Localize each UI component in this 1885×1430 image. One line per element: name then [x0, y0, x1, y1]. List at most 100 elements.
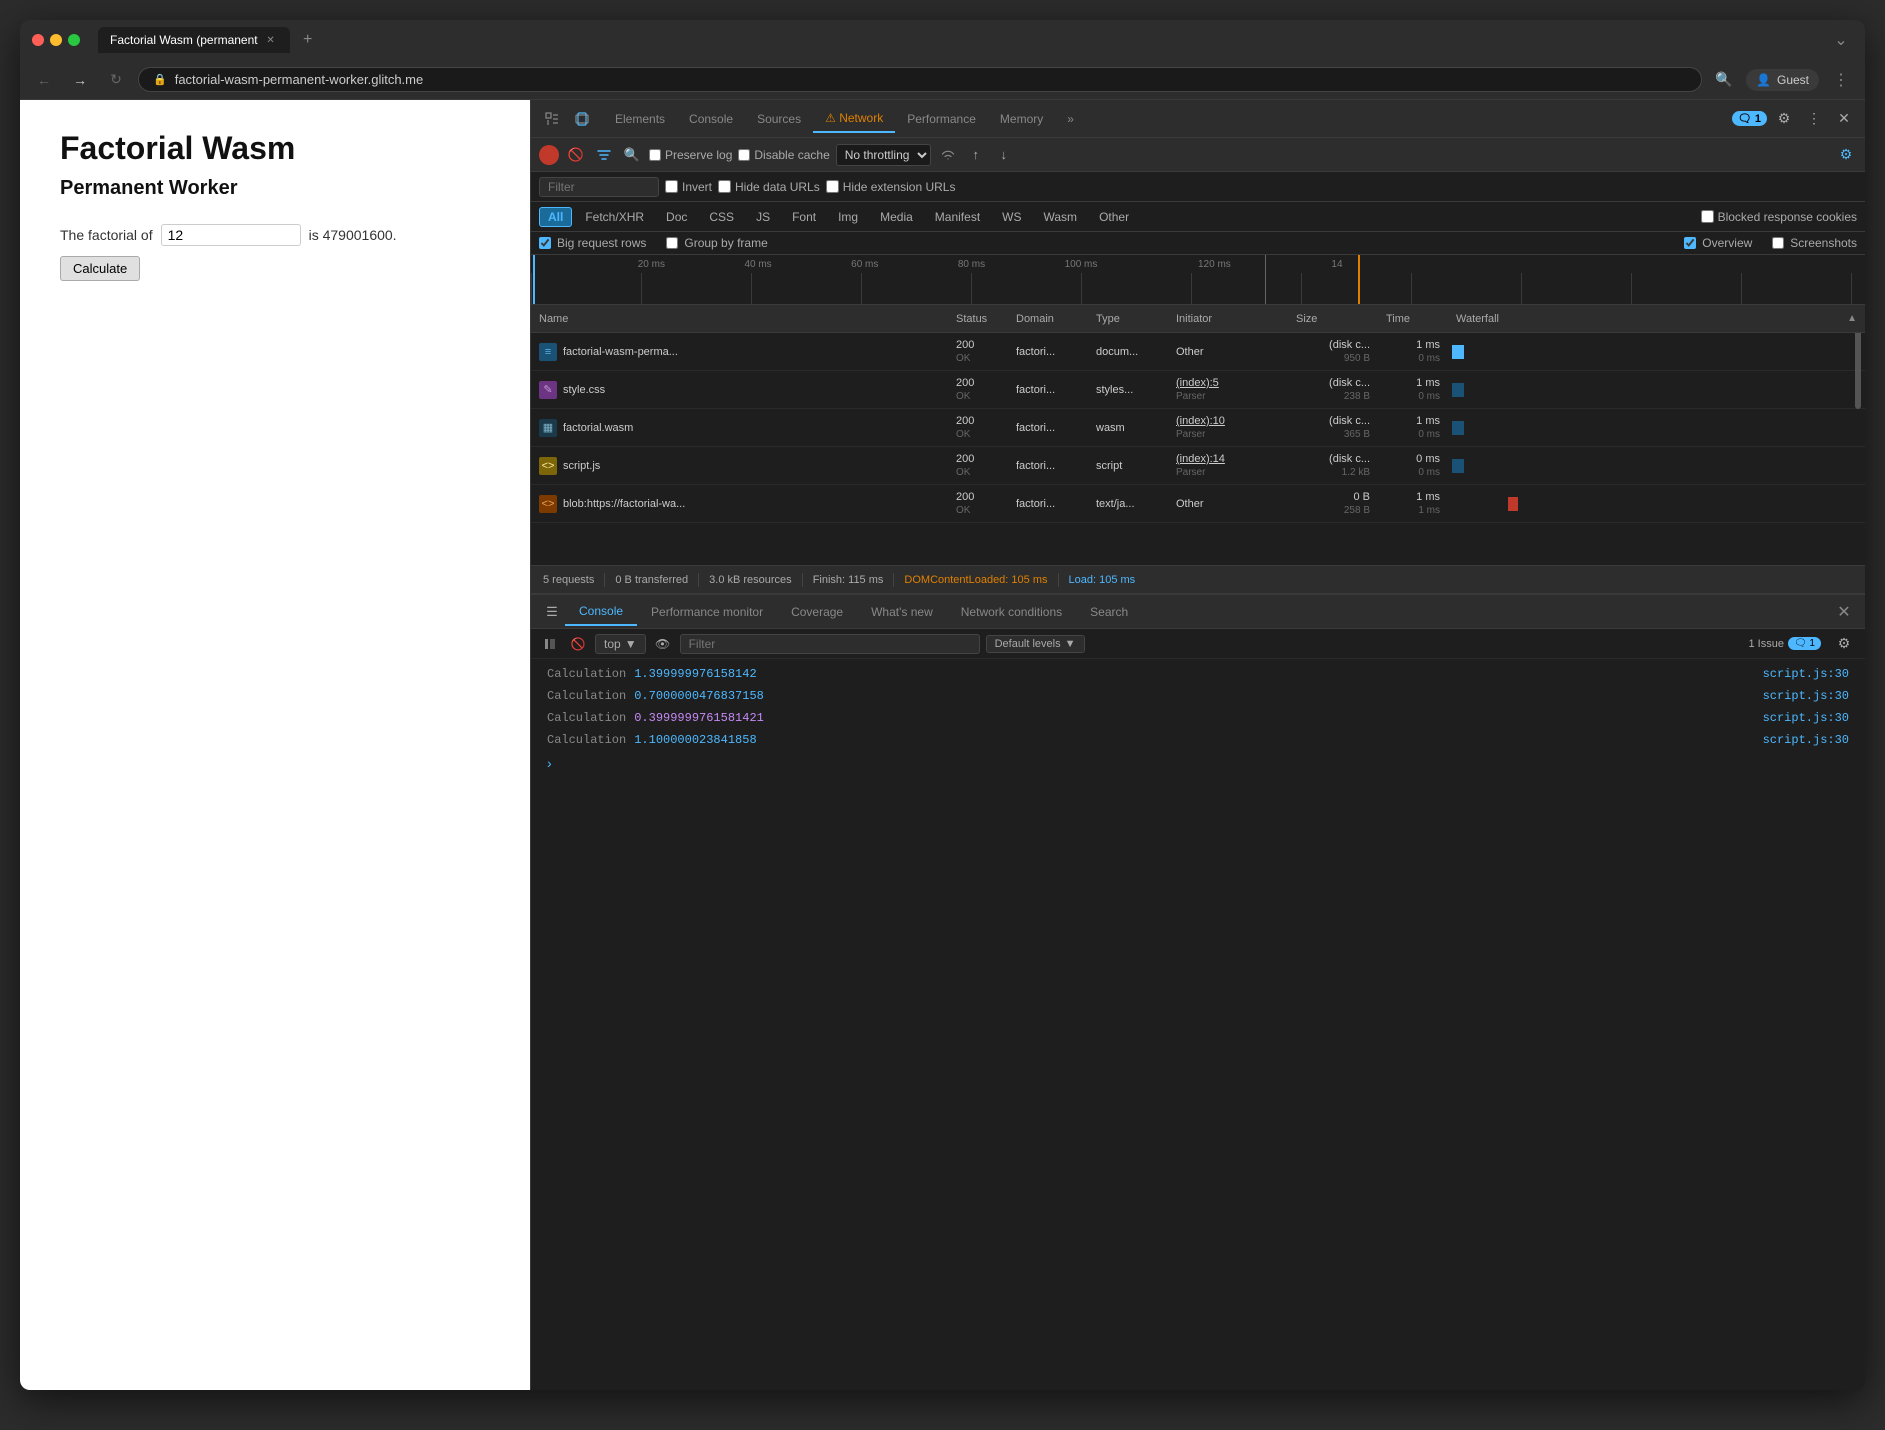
window-collapse-icon[interactable]: ⌄ [1829, 28, 1853, 52]
console-line: Calculation 0.3999999761581421 script.js… [531, 707, 1865, 729]
device-icon-btn[interactable] [569, 106, 595, 132]
clear-button[interactable]: 🚫 [565, 144, 587, 166]
big-request-rows-input[interactable] [539, 237, 551, 249]
type-filter-js[interactable]: JS [747, 207, 779, 227]
hide-ext-urls-input[interactable] [826, 180, 839, 193]
overview-input[interactable] [1684, 237, 1696, 249]
guest-button[interactable]: 👤 Guest [1746, 69, 1819, 91]
table-row[interactable]: ≡ factorial-wasm-perma... 200 OK factori… [531, 333, 1865, 371]
table-row[interactable]: ✎ style.css 200 OK factori... styles... … [531, 371, 1865, 409]
type-filter-fetch-xhr[interactable]: Fetch/XHR [576, 207, 653, 227]
inspect-icon-btn[interactable] [539, 106, 565, 132]
screenshots-option[interactable]: Screenshots [1772, 236, 1857, 250]
hide-data-urls-checkbox[interactable]: Hide data URLs [718, 180, 820, 194]
invert-input[interactable] [665, 180, 678, 193]
screenshots-input[interactable] [1772, 237, 1784, 249]
console-settings-btn[interactable]: ⚙ [1831, 631, 1857, 657]
type-filter-font[interactable]: Font [783, 207, 825, 227]
console-clear-btn[interactable]: 🚫 [567, 633, 589, 655]
overview-option[interactable]: Overview [1684, 236, 1752, 250]
type-filter-all[interactable]: All [539, 207, 572, 227]
type-filter-img[interactable]: Img [829, 207, 867, 227]
filter-toggle-button[interactable] [593, 144, 615, 166]
preserve-log-checkbox[interactable]: Preserve log [649, 148, 732, 162]
preserve-log-input[interactable] [649, 149, 661, 161]
zoom-button[interactable]: 🔍 [1710, 66, 1738, 94]
tab-more[interactable]: » [1055, 106, 1086, 132]
console-close-button[interactable]: ✕ [1831, 599, 1857, 625]
table-row[interactable]: <> blob:https://factorial-wa... 200 OK f… [531, 485, 1865, 523]
type-filter-wasm[interactable]: Wasm [1035, 207, 1087, 227]
devtools-settings-button[interactable]: ⚙ [1771, 106, 1797, 132]
tab-elements[interactable]: Elements [603, 106, 677, 132]
new-tab-button[interactable]: + [294, 26, 322, 54]
console-tab-network-conditions[interactable]: Network conditions [947, 599, 1076, 625]
throttle-select[interactable]: No throttling [836, 144, 931, 166]
console-label-0: Calculation [547, 667, 626, 681]
minimize-traffic-light[interactable] [50, 34, 62, 46]
console-tab-search[interactable]: Search [1076, 599, 1142, 625]
console-drawer-icon[interactable]: ☰ [539, 599, 565, 625]
console-link-0[interactable]: script.js:30 [1763, 667, 1849, 681]
tab-sources[interactable]: Sources [745, 106, 813, 132]
console-eye-btn[interactable]: 👁 [652, 633, 674, 655]
network-table[interactable]: Name Status Domain Type Initiator Size T… [531, 305, 1865, 565]
import-icon-btn[interactable]: ↑ [965, 144, 987, 166]
console-tab-whats-new[interactable]: What's new [857, 599, 947, 625]
console-tab-console[interactable]: Console [565, 598, 637, 626]
group-by-frame-input[interactable] [666, 237, 678, 249]
type-filter-media[interactable]: Media [871, 207, 922, 227]
console-link-3[interactable]: script.js:30 [1763, 733, 1849, 747]
blocked-cookies-checkbox[interactable]: Blocked response cookies [1701, 210, 1857, 224]
back-button[interactable]: ← [30, 66, 58, 94]
invert-checkbox[interactable]: Invert [665, 180, 712, 194]
refresh-button[interactable]: ↻ [102, 66, 130, 94]
issues-badge: 1 Issue 🗨 1 [1748, 637, 1821, 650]
tab-console[interactable]: Console [677, 106, 745, 132]
table-row[interactable]: ▦ factorial.wasm 200 OK factori... wasm … [531, 409, 1865, 447]
address-input[interactable]: 🔒 factorial-wasm-permanent-worker.glitch… [138, 67, 1702, 92]
type-filter-ws[interactable]: WS [993, 207, 1030, 227]
factorial-input[interactable] [161, 224, 301, 246]
console-link-2[interactable]: script.js:30 [1763, 711, 1849, 725]
export-icon-btn[interactable]: ↓ [993, 144, 1015, 166]
big-request-rows-option[interactable]: Big request rows [539, 236, 646, 250]
tab-close-button[interactable]: ✕ [264, 33, 278, 47]
td-type-1: styles... [1088, 384, 1168, 396]
console-sidebar-btn[interactable] [539, 633, 561, 655]
wifi-icon-btn[interactable] [937, 144, 959, 166]
blocked-cookies-input[interactable] [1701, 210, 1714, 223]
console-link-1[interactable]: script.js:30 [1763, 689, 1849, 703]
browser-menu-button[interactable]: ⋮ [1827, 66, 1855, 94]
close-traffic-light[interactable] [32, 34, 44, 46]
devtools-close-button[interactable]: ✕ [1831, 106, 1857, 132]
console-tab-coverage[interactable]: Coverage [777, 599, 857, 625]
console-filter-input[interactable] [680, 634, 980, 654]
tab-network[interactable]: Network [813, 105, 895, 133]
disable-cache-checkbox[interactable]: Disable cache [738, 148, 829, 162]
record-button[interactable] [539, 145, 559, 165]
group-by-frame-option[interactable]: Group by frame [666, 236, 767, 250]
maximize-traffic-light[interactable] [68, 34, 80, 46]
filter-input[interactable] [539, 177, 659, 197]
console-prompt[interactable]: › [531, 751, 1865, 775]
type-filter-manifest[interactable]: Manifest [926, 207, 989, 227]
forward-button[interactable]: → [66, 66, 94, 94]
console-tabs: ☰ Console Performance monitor Coverage W… [531, 595, 1865, 629]
type-filter-css[interactable]: CSS [700, 207, 743, 227]
disable-cache-input[interactable] [738, 149, 750, 161]
calculate-button[interactable]: Calculate [60, 256, 140, 281]
table-row[interactable]: <> script.js 200 OK factori... script (i… [531, 447, 1865, 485]
tab-performance[interactable]: Performance [895, 106, 988, 132]
search-button[interactable]: 🔍 [621, 144, 643, 166]
console-tab-performance[interactable]: Performance monitor [637, 599, 777, 625]
td-size-4: 0 B 258 B [1288, 490, 1378, 517]
tab-memory[interactable]: Memory [988, 106, 1055, 132]
network-settings-button[interactable]: ⚙ [1835, 144, 1857, 166]
devtools-more-button[interactable]: ⋮ [1801, 106, 1827, 132]
hide-data-urls-input[interactable] [718, 180, 731, 193]
type-filter-doc[interactable]: Doc [657, 207, 696, 227]
active-tab[interactable]: Factorial Wasm (permanent ✕ [98, 27, 290, 53]
type-filter-other[interactable]: Other [1090, 207, 1138, 227]
hide-ext-urls-checkbox[interactable]: Hide extension URLs [826, 180, 956, 194]
